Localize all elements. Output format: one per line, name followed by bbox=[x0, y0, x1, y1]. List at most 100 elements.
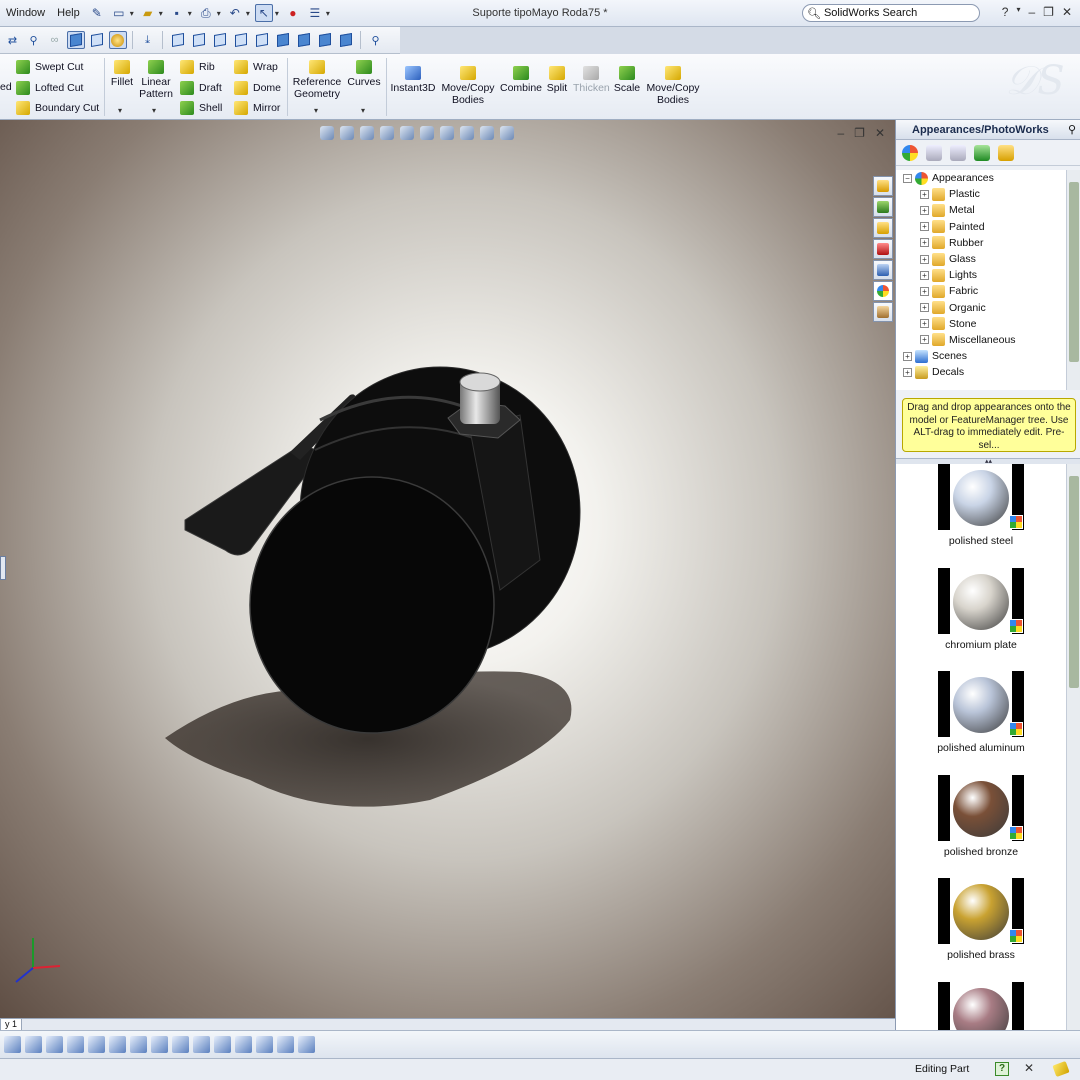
open-folder-icon[interactable]: ▰ bbox=[139, 4, 157, 22]
view-trimetric-icon[interactable] bbox=[316, 31, 334, 49]
tool-icon[interactable] bbox=[109, 1036, 126, 1053]
view-bottom-icon[interactable] bbox=[274, 31, 292, 49]
new-folder-icon[interactable] bbox=[950, 144, 966, 161]
swept-cut-button[interactable]: Swept Cut bbox=[16, 60, 83, 74]
restore-icon[interactable]: ❐ bbox=[1043, 5, 1054, 19]
tool-icon[interactable] bbox=[172, 1036, 189, 1053]
select-arrow-icon[interactable]: ↖ bbox=[254, 4, 273, 22]
expand-icon[interactable]: + bbox=[920, 303, 929, 313]
new-document-icon[interactable]: ▭ bbox=[110, 4, 128, 22]
expand-icon[interactable]: + bbox=[920, 189, 929, 199]
tool-icon[interactable] bbox=[25, 1036, 42, 1053]
caster-wheel-model[interactable] bbox=[0, 120, 895, 1018]
chevron-down-icon[interactable]: ▾ bbox=[130, 9, 134, 18]
open-folder-icon[interactable] bbox=[926, 144, 942, 161]
hidden-lines-icon[interactable]: ∞ bbox=[46, 31, 64, 49]
lofted-cut-button[interactable]: Lofted Cut bbox=[16, 81, 83, 95]
tool-icon[interactable] bbox=[214, 1036, 231, 1053]
tool-icon[interactable] bbox=[277, 1036, 294, 1053]
relations-icon[interactable]: ⚲ bbox=[25, 31, 43, 49]
expand-icon[interactable]: + bbox=[920, 319, 929, 329]
tree-item-fabric[interactable]: + Fabric bbox=[896, 283, 1066, 299]
rebuild-traffic-light-icon[interactable]: ● bbox=[284, 4, 302, 22]
view-palette-tab[interactable] bbox=[873, 260, 893, 280]
tree-item-organic[interactable]: + Organic bbox=[896, 300, 1066, 316]
move-copy-bodies-2-button[interactable]: Move/Copy Bodies bbox=[645, 66, 701, 106]
partial-label[interactable]: ed bbox=[0, 81, 12, 93]
tree-item-metal[interactable]: + Metal bbox=[896, 202, 1066, 218]
menu-window[interactable]: Window bbox=[0, 7, 51, 19]
undo-icon[interactable]: ↶ bbox=[226, 4, 244, 22]
expand-icon[interactable]: + bbox=[920, 222, 929, 232]
chevron-down-icon[interactable]: ▾ bbox=[326, 9, 330, 18]
view-right-icon[interactable] bbox=[232, 31, 250, 49]
pin-icon[interactable]: ⚲ bbox=[1068, 123, 1076, 136]
tool-icon[interactable] bbox=[256, 1036, 273, 1053]
tool-icon[interactable] bbox=[46, 1036, 63, 1053]
menu-help[interactable]: Help bbox=[51, 7, 86, 19]
sketch-icon[interactable]: ⇄ bbox=[4, 31, 22, 49]
swatch-partial[interactable] bbox=[896, 982, 1066, 1030]
minimize-icon[interactable]: – bbox=[1028, 5, 1035, 19]
tool-icon[interactable] bbox=[193, 1036, 210, 1053]
help-icon[interactable]: ? bbox=[1002, 5, 1009, 19]
swatch-chromium-plate[interactable]: chromium plate bbox=[896, 568, 1066, 651]
tree-item-lights[interactable]: + Lights bbox=[896, 267, 1066, 283]
tool-icon[interactable] bbox=[151, 1036, 168, 1053]
draft-button[interactable]: Draft bbox=[180, 81, 222, 95]
pin-icon[interactable]: ✎ bbox=[88, 4, 106, 22]
tool-icon[interactable] bbox=[235, 1036, 252, 1053]
wrap-button[interactable]: Wrap bbox=[234, 60, 278, 74]
options-icon[interactable]: ☰ bbox=[306, 4, 324, 22]
chevron-down-icon[interactable]: ▾ bbox=[246, 9, 250, 18]
tool-icon[interactable] bbox=[67, 1036, 84, 1053]
scale-button[interactable]: Scale bbox=[612, 66, 642, 94]
up-folder-icon[interactable] bbox=[998, 144, 1014, 161]
realview-icon[interactable] bbox=[108, 31, 127, 49]
shaded-edges-icon[interactable] bbox=[66, 31, 85, 49]
reference-geometry-button[interactable]: Reference Geometry bbox=[291, 60, 343, 100]
expand-icon[interactable]: + bbox=[920, 286, 929, 296]
expand-icon[interactable]: + bbox=[903, 351, 912, 361]
shell-button[interactable]: Shell bbox=[180, 101, 222, 115]
tree-item-rubber[interactable]: + Rubber bbox=[896, 235, 1066, 251]
expand-icon[interactable]: + bbox=[920, 254, 929, 264]
chevron-down-icon[interactable]: ▾ bbox=[1016, 5, 1020, 19]
chevron-down-icon[interactable]: ▾ bbox=[118, 106, 122, 115]
appearances-tab[interactable] bbox=[873, 281, 893, 301]
save-icon[interactable]: ▪ bbox=[168, 4, 186, 22]
swatch-polished-steel[interactable]: polished steel bbox=[896, 464, 1066, 547]
expand-icon[interactable]: + bbox=[920, 205, 929, 215]
tree-item-plastic[interactable]: + Plastic bbox=[896, 186, 1066, 202]
linear-pattern-button[interactable]: Linear Pattern bbox=[136, 60, 176, 100]
view-left-icon[interactable] bbox=[211, 31, 229, 49]
view-back-icon[interactable] bbox=[190, 31, 208, 49]
swatch-polished-bronze[interactable]: polished bronze bbox=[896, 775, 1066, 858]
combine-button[interactable]: Combine bbox=[500, 66, 542, 94]
normal-to-icon[interactable]: ⤓ bbox=[139, 31, 157, 49]
chevron-down-icon[interactable]: ▾ bbox=[275, 9, 279, 18]
chevron-down-icon[interactable]: ▾ bbox=[217, 9, 221, 18]
tool-icon[interactable] bbox=[298, 1036, 315, 1053]
measure-icon[interactable]: ⚲ bbox=[367, 31, 385, 49]
tool-icon[interactable] bbox=[88, 1036, 105, 1053]
view-dimetric-icon[interactable] bbox=[337, 31, 355, 49]
print-icon[interactable]: ⎙ bbox=[197, 4, 215, 22]
search-tab[interactable] bbox=[873, 239, 893, 259]
tree-item-scenes[interactable]: + Scenes bbox=[896, 348, 1066, 364]
expand-icon[interactable]: + bbox=[920, 270, 929, 280]
chevron-down-icon[interactable]: ▾ bbox=[361, 106, 365, 115]
split-button[interactable]: Split bbox=[544, 66, 570, 94]
gallery-scrollbar[interactable] bbox=[1066, 464, 1080, 1030]
boundary-cut-button[interactable]: Boundary Cut bbox=[16, 101, 99, 115]
view-isometric-icon[interactable] bbox=[295, 31, 313, 49]
tree-item-glass[interactable]: + Glass bbox=[896, 251, 1066, 267]
curves-button[interactable]: Curves bbox=[346, 60, 382, 88]
tree-item-painted[interactable]: + Painted bbox=[896, 219, 1066, 235]
view-top-icon[interactable] bbox=[253, 31, 271, 49]
file-explorer-tab[interactable] bbox=[873, 218, 893, 238]
tree-item-decals[interactable]: + Decals bbox=[896, 364, 1066, 380]
rib-button[interactable]: Rib bbox=[180, 60, 215, 74]
tool-icon[interactable] bbox=[130, 1036, 147, 1053]
swatch-polished-aluminum[interactable]: polished aluminum bbox=[896, 671, 1066, 754]
